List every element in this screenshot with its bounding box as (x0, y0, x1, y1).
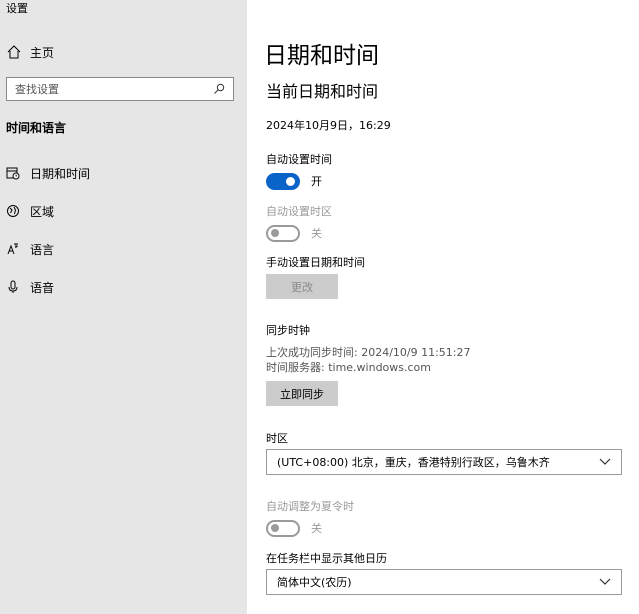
sidebar-item-label: 区域 (30, 204, 55, 219)
auto-time-label: 自动设置时间 (266, 153, 332, 166)
auto-time-toggle[interactable] (266, 172, 300, 190)
auto-timezone-state: 关 (311, 227, 322, 240)
dst-toggle[interactable] (266, 519, 300, 537)
chevron-down-icon (599, 458, 611, 465)
sidebar: 设置 主页 查找设置 时间和语言 日期和时间 区域 语言 语音 (0, 0, 247, 614)
chevron-down-icon (599, 578, 611, 585)
last-sync-text: 上次成功同步时间: 2024/10/9 11:51:27 (266, 346, 471, 359)
main-content: 日期和时间 当前日期和时间 2024年10月9日，16:29 自动设置时间 开 … (247, 0, 639, 614)
sync-now-button[interactable]: 立即同步 (266, 381, 338, 406)
sidebar-item-label: 日期和时间 (30, 166, 91, 181)
time-server-text: 时间服务器: time.windows.com (266, 361, 432, 374)
dst-label: 自动调整为夏令时 (266, 500, 354, 513)
sidebar-home[interactable]: 主页 (6, 43, 54, 61)
app-title: 设置 (6, 2, 28, 15)
home-icon (7, 45, 21, 59)
search-input[interactable]: 查找设置 (6, 77, 234, 101)
sidebar-home-label: 主页 (30, 45, 55, 60)
calendar-value: 简体中文(农历) (277, 576, 352, 589)
sidebar-item-speech[interactable]: 语音 (6, 277, 54, 297)
timezone-label: 时区 (266, 432, 288, 445)
search-icon[interactable] (213, 83, 225, 95)
sidebar-item-date-time[interactable]: 日期和时间 (6, 163, 90, 183)
section-title: 当前日期和时间 (266, 82, 379, 101)
page-title: 日期和时间 (264, 43, 379, 69)
date-time-icon (6, 167, 20, 180)
calendar-label: 在任务栏中显示其他日历 (266, 552, 387, 565)
auto-timezone-toggle-row: 关 (266, 224, 322, 242)
sidebar-item-label: 语音 (30, 280, 55, 295)
timezone-value: (UTC+08:00) 北京，重庆，香港特别行政区，乌鲁木齐 (277, 456, 550, 469)
language-icon (7, 243, 19, 255)
auto-time-state: 开 (311, 175, 322, 188)
microphone-icon (8, 280, 18, 293)
sidebar-item-language[interactable]: 语言 (6, 239, 54, 259)
settings-window: 设置 主页 查找设置 时间和语言 日期和时间 区域 语言 语音 日期和时间 当前… (0, 0, 639, 614)
auto-time-toggle-row: 开 (266, 172, 322, 190)
auto-timezone-label: 自动设置时区 (266, 205, 332, 218)
change-button[interactable]: 更改 (266, 274, 338, 299)
sync-title: 同步时钟 (266, 324, 310, 337)
dst-state: 关 (311, 522, 322, 535)
sidebar-item-region[interactable]: 区域 (6, 201, 54, 221)
current-datetime: 2024年10月9日，16:29 (266, 119, 391, 132)
manual-datetime-label: 手动设置日期和时间 (266, 256, 365, 269)
region-icon (7, 205, 19, 217)
auto-timezone-toggle[interactable] (266, 224, 300, 242)
dst-toggle-row: 关 (266, 519, 322, 537)
sidebar-item-label: 语言 (30, 242, 55, 257)
timezone-select[interactable]: (UTC+08:00) 北京，重庆，香港特别行政区，乌鲁木齐 (266, 449, 622, 475)
search-placeholder: 查找设置 (15, 83, 59, 96)
sidebar-section-title: 时间和语言 (6, 121, 67, 135)
calendar-select[interactable]: 简体中文(农历) (266, 569, 622, 595)
